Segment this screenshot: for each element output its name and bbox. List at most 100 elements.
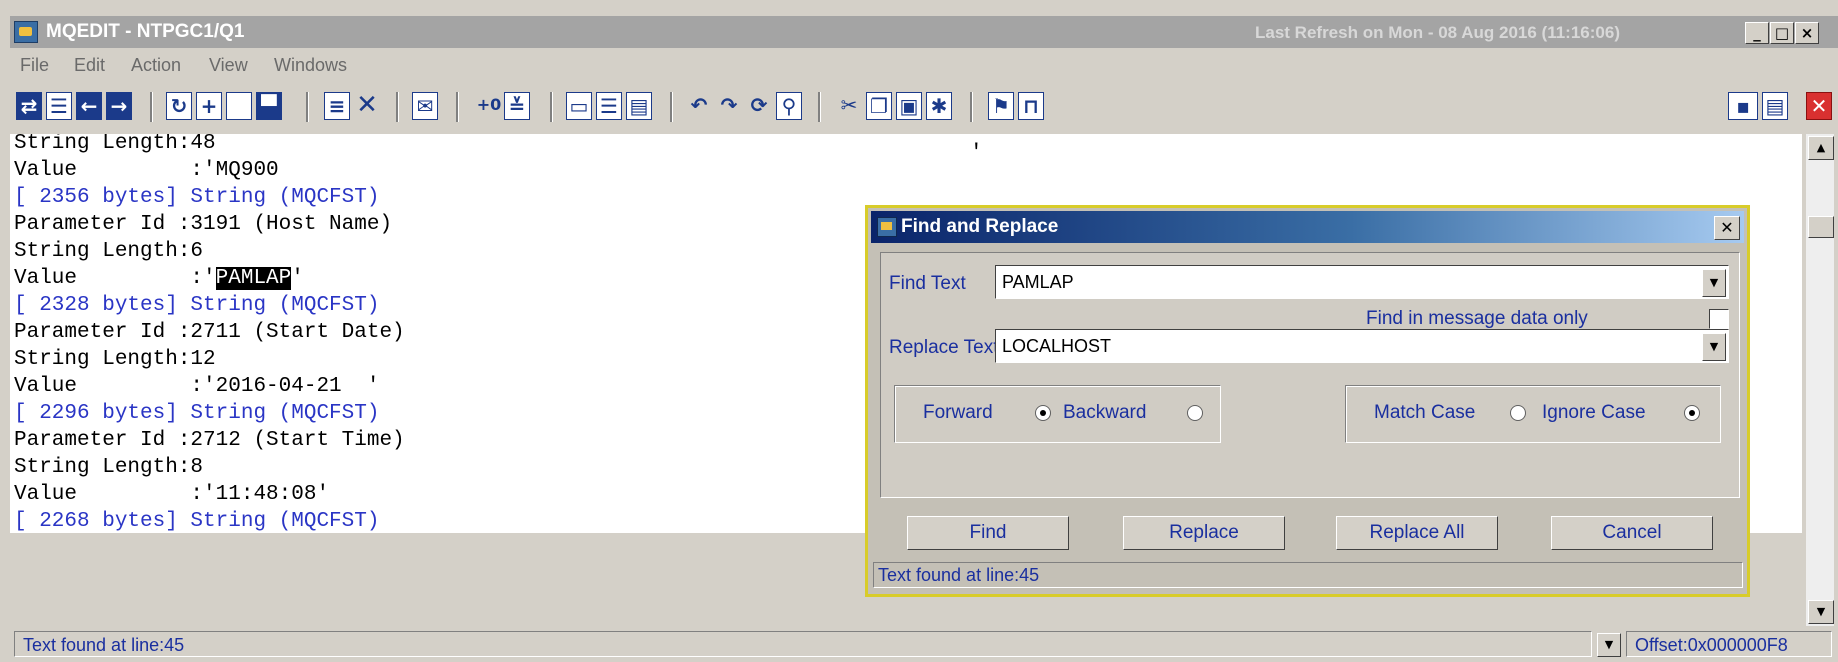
toolbar-separator	[818, 92, 821, 122]
menu-action[interactable]: Action	[131, 55, 181, 76]
menu-bar: File Edit Action View Windows	[10, 50, 1838, 80]
editor-line-text: Value :'MQ900	[14, 159, 279, 182]
editor-line: [ 2328 bytes] String (MQCFST)	[14, 292, 379, 319]
toolbar-separator	[396, 92, 399, 122]
arrow-right-icon[interactable]: →	[106, 92, 132, 120]
editor-line: Parameter Id :2711 (Start Date)	[14, 319, 405, 346]
envelope-icon[interactable]: ✉	[412, 92, 438, 120]
minimize-button[interactable]: _	[1745, 22, 1769, 44]
new-icon[interactable]	[226, 92, 252, 120]
editor-line: [ 2296 bytes] String (MQCFST)	[14, 400, 379, 427]
cancel-button[interactable]: Cancel	[1551, 516, 1713, 550]
vertical-scrollbar[interactable]: ▲ ▼	[1806, 134, 1834, 626]
scroll-down-arrow-icon[interactable]: ▼	[1808, 600, 1834, 624]
dialog-app-icon	[877, 217, 897, 237]
copy-icon[interactable]: ❐	[866, 92, 892, 120]
mqedit-app-icon	[14, 21, 38, 43]
match-case-label: Match Case	[1374, 402, 1476, 423]
menu-windows[interactable]: Windows	[274, 55, 347, 76]
menu-view[interactable]: View	[209, 55, 248, 76]
match-case-radio[interactable]	[1510, 405, 1526, 421]
view-double-icon[interactable]: ☰	[596, 92, 622, 120]
redo-icon[interactable]: ↷	[716, 92, 742, 120]
editor-line: Parameter Id :3191 (Host Name)	[14, 211, 392, 238]
arrow-left-icon[interactable]: ←	[76, 92, 102, 120]
bookmark-set-icon[interactable]: ⚑	[988, 92, 1014, 120]
view-list-icon[interactable]: ▤	[626, 92, 652, 120]
stray-quote: '	[970, 142, 983, 165]
collapse-icon[interactable]: ≚	[504, 92, 530, 120]
message-only-checkbox[interactable]	[1709, 309, 1729, 329]
dialog-title-bar[interactable]: Find and Replace ✕	[871, 211, 1744, 243]
hex-view-icon[interactable]: ▪	[1728, 92, 1758, 120]
dialog-body: Find Text PAMLAP ▼ Find in message data …	[880, 252, 1740, 498]
forward-radio[interactable]	[1035, 405, 1051, 421]
search-highlight: PAMLAP	[215, 267, 292, 290]
editor-line: String Length:6	[14, 238, 203, 265]
mqedit-window: MQEDIT - NTPGC1/Q1 Last Refresh on Mon -…	[0, 0, 1838, 662]
toolbar-separator	[550, 92, 553, 122]
toolbar-separator	[456, 92, 459, 122]
find-text-label: Find Text	[889, 273, 966, 294]
undo-icon[interactable]: ↶	[686, 92, 712, 120]
menu-edit[interactable]: Edit	[74, 55, 105, 76]
ignore-case-radio[interactable]	[1684, 405, 1700, 421]
swap-icon[interactable]: ⇄	[16, 92, 42, 120]
forward-label: Forward	[923, 402, 993, 423]
delete-icon[interactable]: ✕	[354, 92, 380, 120]
editor-line-text: [ 2328 bytes] String (MQCFST)	[14, 294, 380, 317]
dialog-title: Find and Replace	[901, 216, 1059, 237]
maximize-button[interactable]: □	[1770, 22, 1794, 44]
replace-all-button[interactable]: Replace All	[1336, 516, 1498, 550]
menu-file[interactable]: File	[20, 55, 49, 76]
save-icon[interactable]: ▀	[256, 92, 282, 120]
status-dropdown-icon[interactable]: ▼	[1597, 633, 1621, 657]
book-icon[interactable]: ▤	[1762, 92, 1788, 120]
case-group: Match Case Ignore Case	[1345, 385, 1721, 443]
editor-line: String Length:8	[14, 454, 203, 481]
refresh-icon[interactable]: ↻	[166, 92, 192, 120]
paste-special-icon[interactable]: ✱	[926, 92, 952, 120]
bookmark-icon[interactable]: ⊓	[1018, 92, 1044, 120]
editor-line: Value :'MQ900	[14, 157, 279, 184]
scroll-up-arrow-icon[interactable]: ▲	[1808, 136, 1834, 160]
title-bar[interactable]: MQEDIT - NTPGC1/Q1 Last Refresh on Mon -…	[10, 16, 1838, 48]
list-icon[interactable]: ☰	[46, 92, 72, 120]
exit-icon[interactable]: ✕	[1806, 92, 1832, 120]
replace-dropdown-icon[interactable]: ▼	[1702, 333, 1726, 361]
replace-button[interactable]: Replace	[1123, 516, 1285, 550]
toolbar-separator	[670, 92, 673, 122]
cut-icon[interactable]: ✂	[836, 92, 862, 120]
find-text-value: PAMLAP	[1002, 272, 1074, 292]
editor-line-text: Parameter Id :2712 (Start Time)	[14, 429, 405, 452]
repeat-icon[interactable]: ⟳	[746, 92, 772, 120]
editor-line-text: Parameter Id :2711 (Start Date)	[14, 321, 405, 344]
find-dropdown-icon[interactable]: ▼	[1702, 269, 1726, 297]
plus-zero-icon[interactable]: +0	[476, 92, 502, 120]
find-button[interactable]: Find	[907, 516, 1069, 550]
scroll-thumb[interactable]	[1808, 216, 1834, 238]
ignore-case-label: Ignore Case	[1542, 402, 1646, 423]
toolbar-separator	[970, 92, 973, 122]
add-message-icon[interactable]: +	[196, 92, 222, 120]
close-button[interactable]: ×	[1795, 22, 1819, 44]
find-text-combo[interactable]: PAMLAP ▼	[995, 265, 1729, 299]
editor-line-text: Value :'11:48:08'	[14, 483, 330, 506]
editor-line: Value :'2016-04-21 '	[14, 373, 379, 400]
dialog-close-button[interactable]: ✕	[1714, 216, 1740, 240]
editor-line-text: String Length:48	[14, 134, 216, 155]
status-bar: Text found at line:45 ▼ Offset:0x000000F…	[10, 627, 1838, 662]
editor-line-text: [ 2268 bytes] String (MQCFST)	[14, 510, 380, 533]
paste-icon[interactable]: ▣	[896, 92, 922, 120]
search-icon[interactable]: ⚲	[776, 92, 802, 120]
backward-radio[interactable]	[1187, 405, 1203, 421]
editor-line: Parameter Id :2712 (Start Time)	[14, 427, 405, 454]
direction-group: Forward Backward	[894, 385, 1221, 443]
editor-line-text: [ 2296 bytes] String (MQCFST)	[14, 402, 380, 425]
editor-line: String Length:12	[14, 346, 216, 373]
properties-icon[interactable]: ≡	[324, 92, 350, 120]
editor-line: String Length:48	[14, 134, 216, 157]
replace-text-combo[interactable]: LOCALHOST ▼	[995, 329, 1729, 363]
last-refresh-text: Last Refresh on Mon - 08 Aug 2016 (11:16…	[1255, 23, 1620, 42]
view-single-icon[interactable]: ▭	[566, 92, 592, 120]
